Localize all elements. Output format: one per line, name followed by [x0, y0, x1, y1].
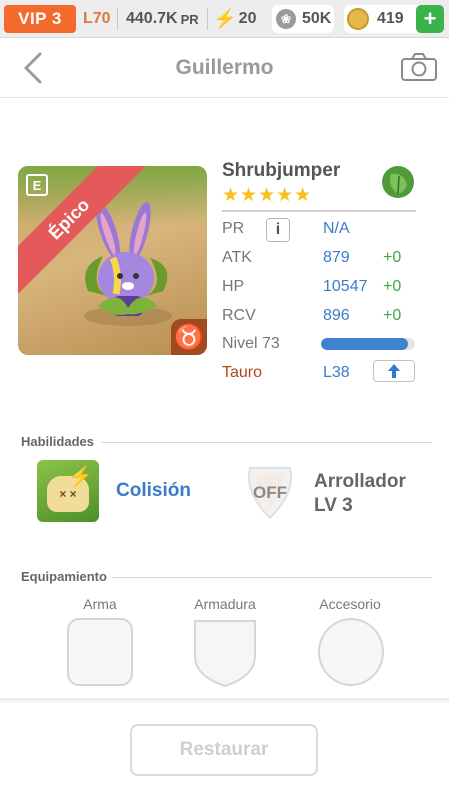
armor-slot-label: Armadura [194, 596, 256, 612]
active-skill-icon[interactable]: × × ⚡ [37, 460, 99, 522]
monster-detail-screen: VIP 3 L70 440.7K PR ⚡ 20 ❀ 50K 419 + Gui… [0, 0, 449, 800]
gold-value: 419 [377, 10, 404, 27]
atk-value: 879 [323, 249, 350, 266]
hp-bonus: +0 [383, 278, 402, 295]
star-rating: ★★★★★ [222, 185, 313, 206]
power-rating: 440.7K PR [126, 5, 199, 33]
section-divider [112, 577, 432, 578]
restore-button[interactable]: Restaurar [130, 724, 318, 776]
stats-divider [222, 210, 416, 212]
skills-section-title: Habilidades [21, 434, 94, 449]
accessory-slot[interactable] [318, 618, 384, 686]
monster-name: Shrubjumper [222, 160, 341, 181]
resource-bar: VIP 3 L70 440.7K PR ⚡ 20 ❀ 50K 419 + [0, 0, 449, 38]
paw-icon: ❀ [276, 9, 296, 29]
pr-value: N/A [323, 220, 350, 237]
level-label: Nivel 73 [222, 335, 280, 352]
passive-skill-level: LV 3 [314, 495, 353, 516]
arrow-up-icon [388, 364, 400, 378]
passive-skill-off-icon[interactable]: OFF [240, 462, 300, 522]
rcv-label: RCV [222, 307, 256, 324]
level-progress-fill [321, 338, 409, 350]
hp-value: 10547 [323, 278, 368, 295]
power-value: 440.7K [126, 10, 178, 27]
atk-bonus: +0 [383, 249, 402, 266]
energy-counter[interactable]: ⚡ 20 [213, 5, 256, 33]
rcv-value: 896 [323, 307, 350, 324]
sign-level: L38 [323, 364, 350, 381]
passive-skill-title: Arrollador [314, 471, 406, 492]
power-unit: PR [180, 11, 199, 27]
weapon-slot-label: Arma [83, 596, 117, 612]
document-icon[interactable]: E [26, 174, 48, 196]
divider [117, 8, 118, 30]
armor-slot[interactable] [192, 618, 258, 688]
lightning-icon: ⚡ [68, 466, 93, 488]
level-progress-bar [321, 338, 415, 350]
leaf-icon [382, 166, 414, 198]
camera-icon[interactable] [400, 52, 438, 82]
add-gold-button[interactable]: + [416, 5, 444, 33]
divider [207, 8, 208, 30]
accessory-slot-label: Accesorio [319, 596, 381, 612]
upgrade-arrow-button[interactable] [373, 360, 415, 382]
player-level: L70 [83, 10, 111, 27]
pr-label: PR [222, 220, 245, 237]
rcv-bonus: +0 [383, 307, 402, 324]
active-skill-name[interactable]: Colisión [116, 480, 191, 502]
coin-icon [347, 8, 369, 30]
passive-skill-name: Arrollador LV 3 [314, 470, 406, 518]
monster-portrait[interactable]: Épico E ♉ [18, 166, 207, 355]
passive-state-text: OFF [253, 483, 287, 502]
atk-label: ATK [222, 249, 252, 266]
zodiac-taurus-icon: ♉ [171, 319, 207, 355]
page-header: Guillermo [0, 38, 449, 98]
gold-currency: 419 + [344, 5, 444, 33]
lightning-icon: ⚡ [213, 9, 237, 30]
paw-currency[interactable]: ❀ 50K [272, 5, 334, 33]
hp-label: HP [222, 278, 245, 295]
vip-badge[interactable]: VIP 3 [4, 5, 76, 33]
footer-divider [0, 698, 449, 704]
sign-label: Tauro [222, 364, 263, 381]
page-title: Guillermo [175, 56, 274, 79]
paw-value: 50K [302, 10, 332, 27]
weapon-slot[interactable] [67, 618, 133, 686]
equipment-section-title: Equipamiento [21, 569, 107, 584]
energy-value: 20 [238, 10, 257, 27]
info-icon[interactable]: i [266, 218, 290, 242]
section-divider [101, 442, 432, 443]
